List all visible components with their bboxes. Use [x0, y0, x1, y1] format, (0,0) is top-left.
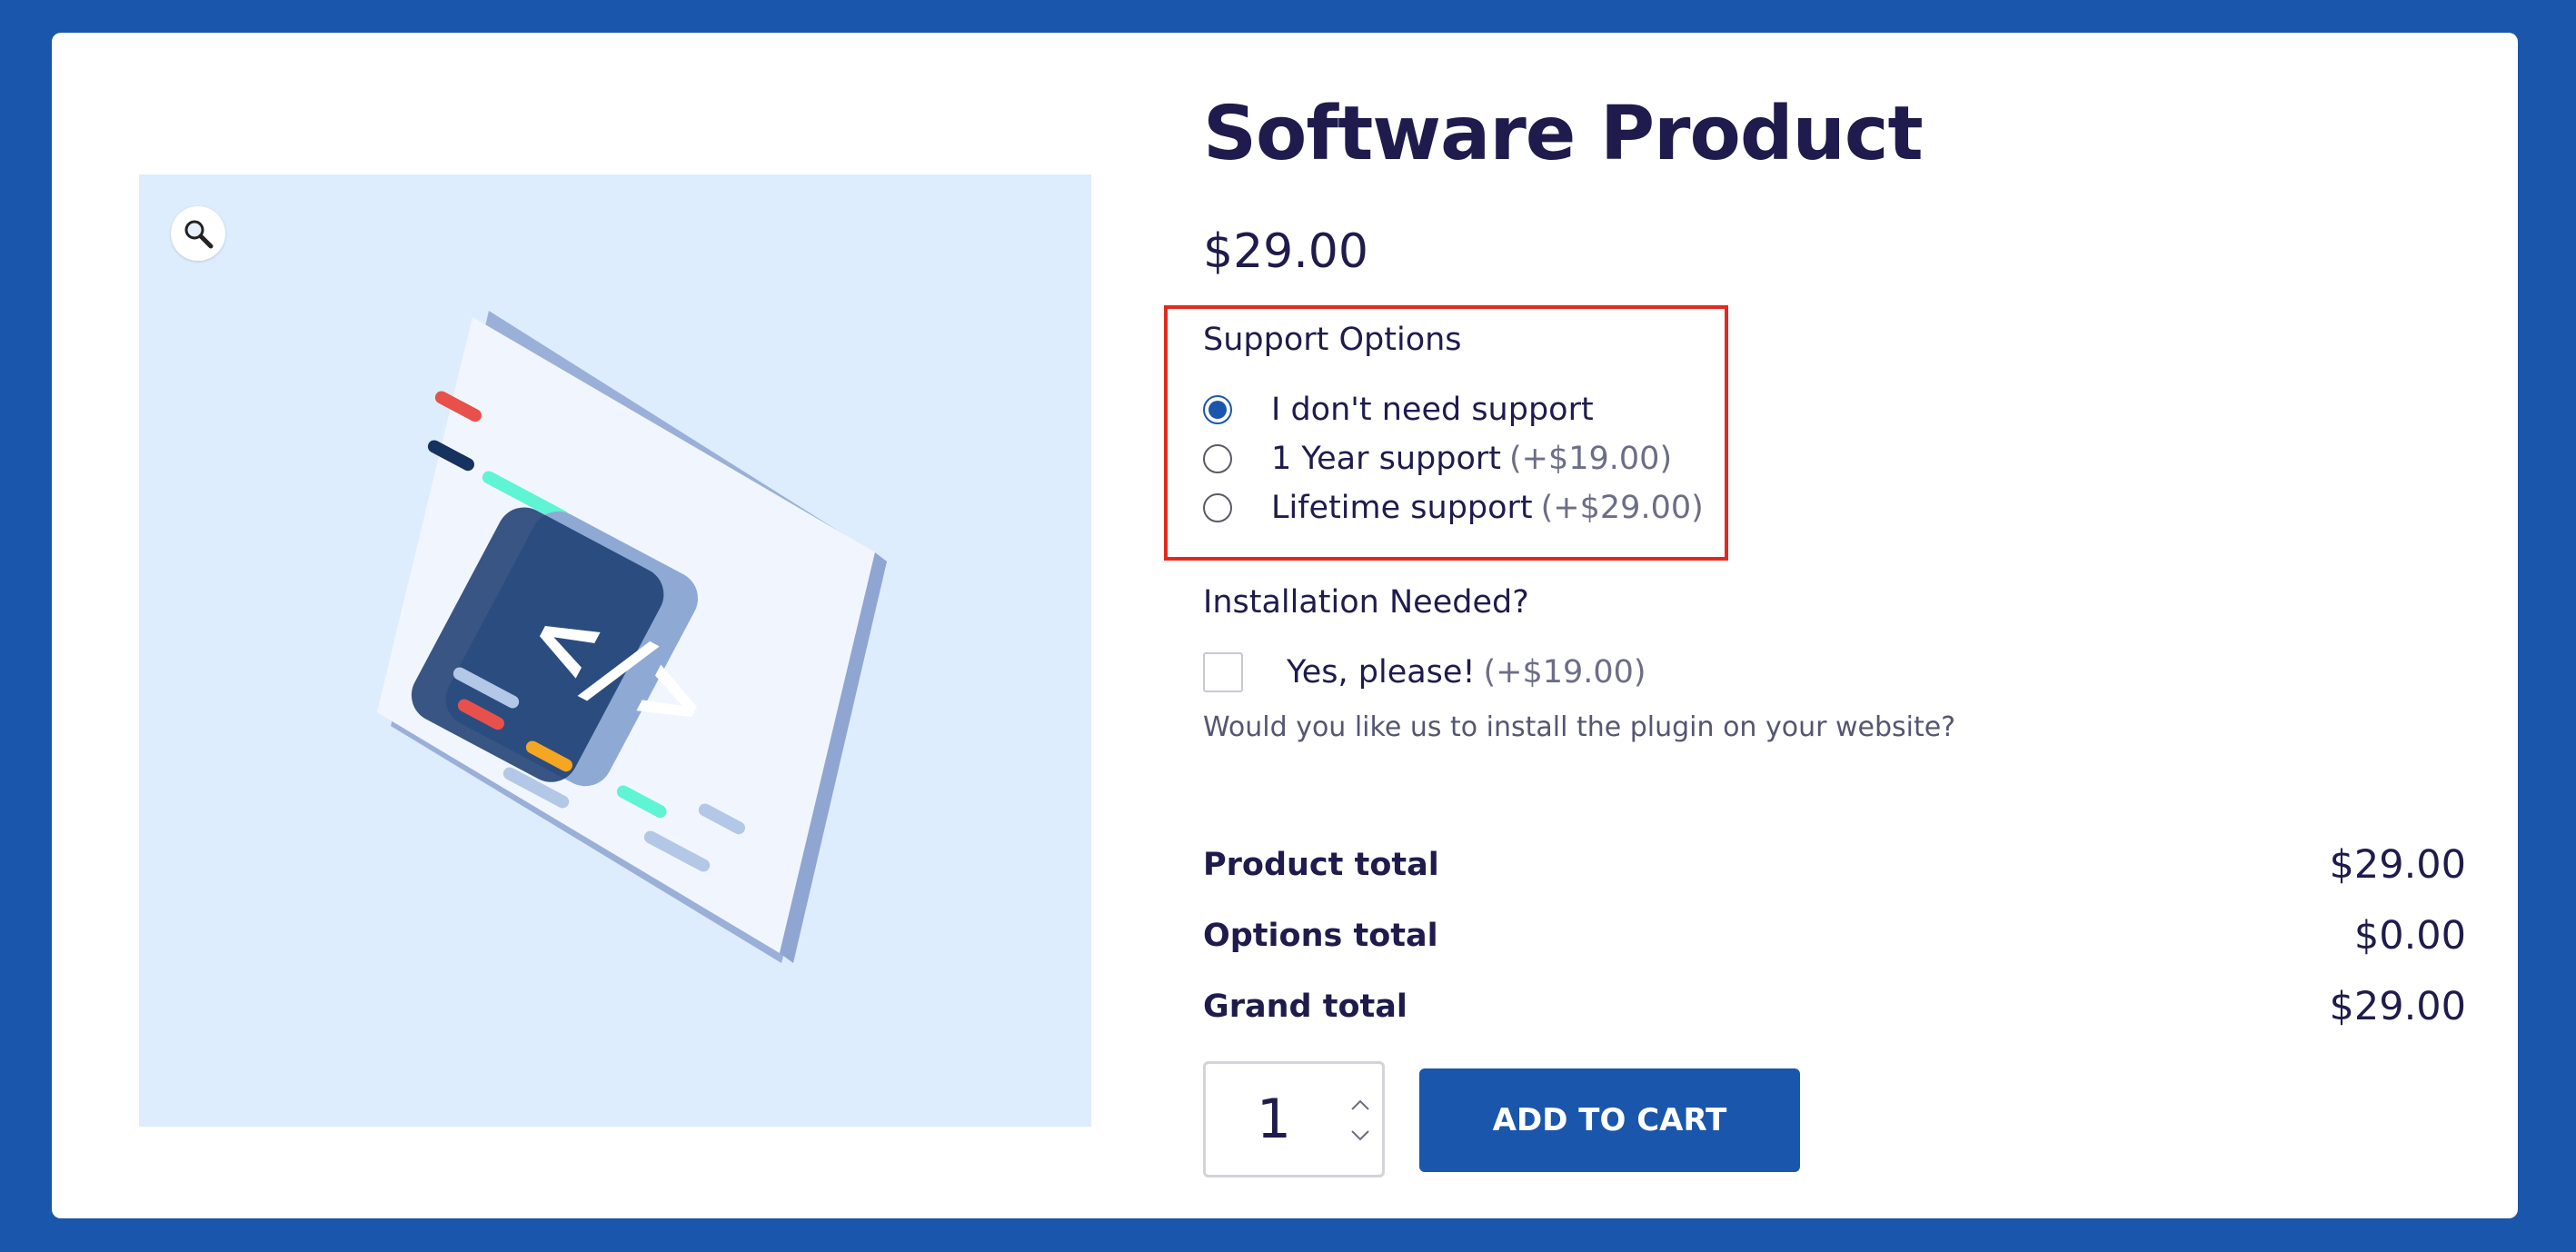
quantity-input[interactable]: 1	[1206, 1064, 1342, 1175]
product-price: $29.00	[1203, 224, 1368, 279]
support-option-none[interactable]: I don't need support	[1203, 388, 1594, 432]
chevron-down-icon	[1351, 1130, 1369, 1141]
product-total-row: Product total $29.00	[1203, 840, 2466, 890]
installation-checkbox[interactable]	[1203, 652, 1243, 692]
code-window-illustration: </>	[377, 311, 887, 963]
support-option-1-year[interactable]: 1 Year support (+$19.00)	[1203, 437, 1672, 481]
option-label: Lifetime support	[1271, 490, 1533, 526]
total-value: $0.00	[2353, 913, 2466, 959]
chevron-up-icon	[1351, 1099, 1369, 1110]
product-card: </>	[52, 33, 2518, 1218]
total-value: $29.00	[2329, 984, 2466, 1029]
option-price: (+$19.00)	[1483, 654, 1646, 691]
options-total-row: Options total $0.00	[1203, 910, 2466, 961]
magnifier-icon	[184, 220, 214, 249]
product-title: Software Product	[1203, 91, 1924, 177]
installation-title: Installation Needed?	[1203, 584, 1529, 621]
quantity-stepper[interactable]: 1	[1203, 1061, 1385, 1177]
total-label: Product total	[1203, 847, 1439, 883]
option-price: (+$19.00)	[1509, 441, 1673, 477]
product-image[interactable]: </>	[139, 174, 1091, 1127]
add-to-cart-button[interactable]: ADD TO CART	[1419, 1068, 1800, 1172]
radio-button[interactable]	[1203, 395, 1232, 424]
support-options-title: Support Options	[1203, 322, 1462, 358]
option-label: I don't need support	[1271, 392, 1594, 428]
total-label: Grand total	[1203, 989, 1407, 1025]
total-label: Options total	[1203, 918, 1438, 954]
option-label: Yes, please!	[1287, 654, 1476, 691]
quantity-decrease-button[interactable]	[1342, 1122, 1378, 1149]
option-price: (+$29.00)	[1540, 490, 1704, 526]
installation-description: Would you like us to install the plugin …	[1203, 711, 1956, 743]
zoom-button[interactable]	[171, 206, 225, 261]
support-option-lifetime[interactable]: Lifetime support (+$29.00)	[1203, 486, 1704, 530]
total-value: $29.00	[2329, 842, 2466, 888]
radio-button[interactable]	[1203, 444, 1232, 473]
grand-total-row: Grand total $29.00	[1203, 981, 2466, 1032]
quantity-increase-button[interactable]	[1342, 1091, 1378, 1118]
option-label: 1 Year support	[1271, 441, 1501, 477]
radio-button[interactable]	[1203, 493, 1232, 522]
installation-option[interactable]: Yes, please! (+$19.00)	[1203, 651, 1646, 694]
